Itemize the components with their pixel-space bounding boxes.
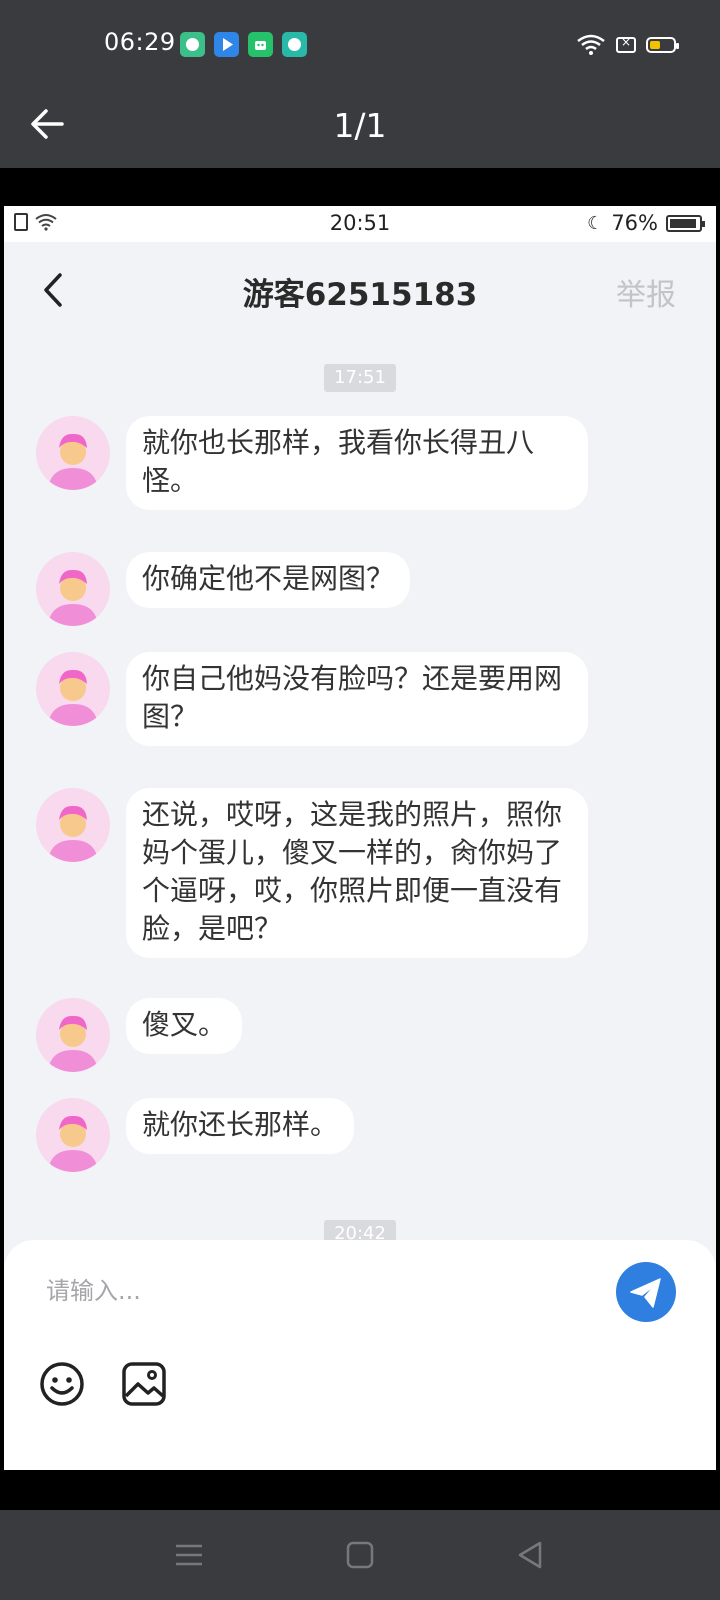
avatar[interactable] [36, 552, 110, 626]
battery-icon [646, 37, 679, 53]
message-bubble[interactable]: 你自己他妈没有脸吗？还是要用网图？ [126, 652, 588, 746]
avatar[interactable] [36, 998, 110, 1072]
timestamp: 17:51 [324, 364, 396, 392]
report-button[interactable]: 举报 [616, 270, 676, 314]
app-icon-green-robot [248, 32, 273, 57]
viewer-status-bar: 06:29 [0, 0, 720, 90]
menu-icon[interactable] [172, 1538, 206, 1572]
paper-plane-icon [630, 1278, 661, 1308]
wifi-icon [577, 34, 605, 55]
image-icon[interactable] [120, 1360, 168, 1408]
inner-status-bar: 20:51 ☾ 76% [4, 206, 716, 242]
chat-title: 游客62515183 [242, 277, 478, 313]
viewer-header: 1/1 [0, 90, 720, 168]
avatar[interactable] [36, 416, 110, 490]
avatar[interactable] [36, 652, 110, 726]
message-bubble[interactable]: 就你也长那样，我看你长得丑八怪。 [126, 416, 588, 510]
chat-header: 游客62515183 举报 [4, 242, 716, 338]
app-icon-video-player [214, 32, 239, 57]
send-button[interactable] [616, 1262, 676, 1322]
home-square-icon[interactable] [343, 1538, 377, 1572]
status-time: 06:29 [104, 28, 176, 56]
message-bubble[interactable]: 就你还长那样。 [126, 1098, 355, 1154]
message-bubble[interactable]: 还说，哎呀，这是我的照片，照你妈个蛋儿，傻叉一样的，肏你妈了个逼呀，哎，你照片即… [126, 788, 588, 958]
emoji-icon[interactable] [38, 1360, 86, 1408]
system-nav-bar [0, 1510, 720, 1600]
app-icon-green-ring [180, 32, 205, 57]
avatar[interactable] [36, 788, 110, 862]
close-box-icon [616, 35, 636, 53]
moon-icon: ☾ [587, 212, 604, 234]
app-icon-teal-chat [282, 32, 307, 57]
message-composer [4, 1240, 716, 1470]
back-triangle-icon[interactable] [513, 1538, 547, 1572]
message-bubble[interactable]: 傻叉。 [126, 998, 243, 1054]
message-input[interactable] [44, 1264, 608, 1318]
chat-screenshot: 20:51 ☾ 76% 游客62515183 举报 17:51 就你也长那样，我… [4, 206, 716, 1470]
page-counter: 1/1 [333, 106, 387, 145]
message-bubble[interactable]: 你确定他不是网图？ [126, 552, 411, 608]
battery-icon [666, 214, 705, 232]
avatar[interactable] [36, 1098, 110, 1172]
battery-percent: 76% [611, 211, 658, 235]
